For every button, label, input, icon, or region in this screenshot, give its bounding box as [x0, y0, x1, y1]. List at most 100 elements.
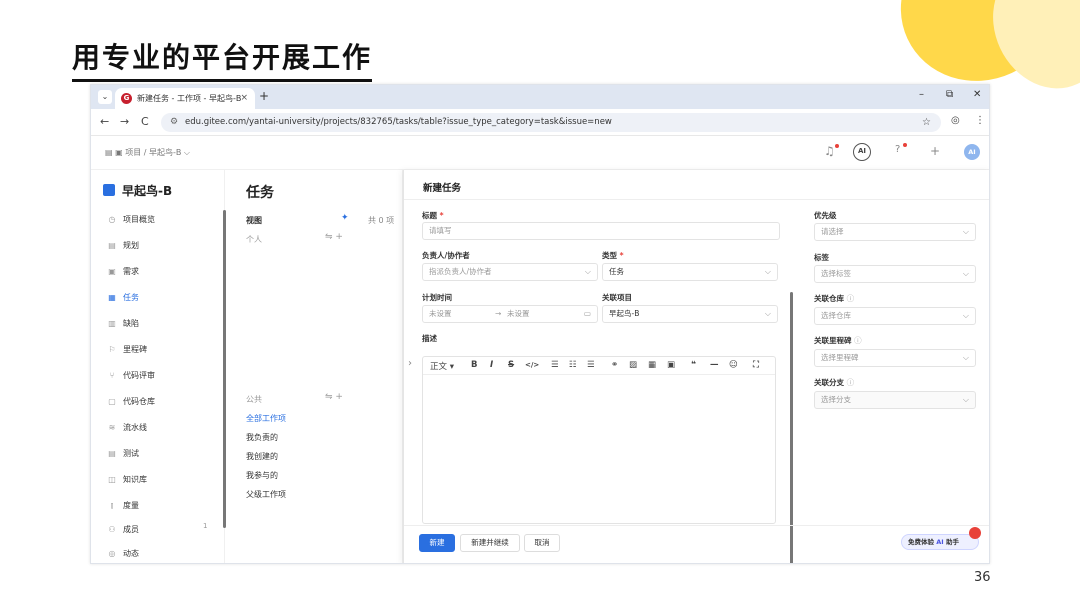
notification-dot [835, 144, 839, 148]
sidebar-item-milestones[interactable]: ⚐ 里程碑 [105, 342, 147, 358]
add-icon[interactable]: + [930, 144, 940, 158]
paragraph-style-dropdown[interactable]: 正文 ▾ [430, 360, 454, 372]
url-input[interactable]: ⚙ edu.gitee.com/yantai-university/projec… [161, 113, 941, 132]
view-assigned[interactable]: 我负责的 [246, 432, 278, 443]
site-settings-icon[interactable]: ⚙ [170, 113, 178, 132]
minimize-button[interactable]: – [919, 89, 924, 100]
collapse-arrow-icon[interactable]: › [408, 358, 412, 369]
create-and-continue-button[interactable]: 新建并继续 [460, 534, 520, 552]
chevron-down-icon: ⌵ [962, 395, 969, 404]
plan-time-label: 计划时间 [422, 293, 452, 302]
views-panel: 任务 视图 ✦ 共 0 项 个人 ⇋ + 公共 ⇋ + 全部工作项 我负责的 我… [225, 170, 403, 563]
user-avatar[interactable]: AI [964, 144, 980, 160]
chevron-down-icon: ⌵ [764, 309, 771, 318]
chevron-down-icon: ⌵ [584, 267, 591, 276]
bold-icon[interactable]: B [471, 360, 477, 370]
close-window-button[interactable]: ✕ [973, 89, 981, 100]
repo-select[interactable]: 选择仓库 ⌵ [814, 307, 976, 325]
tab-bar: ⌄ G 新建任务 - 工作项 - 早起鸟-B × + – ⧉ ✕ [91, 85, 989, 109]
view-parent-items[interactable]: 父级工作项 [246, 489, 286, 500]
chevron-down-icon: ⌵ [962, 353, 969, 362]
project-name[interactable]: 早起鸟-B [103, 182, 172, 199]
link-icon[interactable]: ⚭ [611, 360, 618, 370]
reload-button[interactable]: C [141, 115, 149, 128]
cancel-button[interactable]: 取消 [524, 534, 560, 552]
ordered-list-icon[interactable]: ☷ [569, 360, 577, 370]
chart-icon: ⫾ [110, 501, 114, 510]
sidebar-item-code-review[interactable]: ⑂ 代码评审 [105, 368, 155, 384]
tags-select[interactable]: 选择标签 ⌵ [814, 265, 976, 283]
title-input[interactable]: 请填写 [422, 222, 780, 240]
ai-helper-button[interactable]: 免费体验 AI 助手 [901, 534, 979, 550]
tab-search-dropdown[interactable]: ⌄ [98, 90, 112, 104]
quote-icon[interactable]: ❝ [691, 360, 696, 370]
ai-assistant-icon[interactable]: AI [853, 143, 871, 161]
view-all-items[interactable]: 全部工作项 [246, 413, 286, 424]
sidebar-item-bugs[interactable]: ▥ 缺陷 [105, 316, 139, 332]
video-icon[interactable]: ▣ [667, 360, 675, 370]
milestone-label: 关联里程碑 ⓘ [814, 336, 862, 345]
sidebar-item-pipeline[interactable]: ≋ 流水线 [105, 420, 147, 436]
new-tab-button[interactable]: + [259, 89, 269, 103]
plan-time-range[interactable]: 未设置 → 未设置 ▭ [422, 305, 598, 323]
sidebar-item-overview[interactable]: ◷ 项目概览 [105, 212, 156, 228]
create-button[interactable]: 新建 [419, 534, 455, 552]
view-participated[interactable]: 我参与的 [246, 470, 278, 481]
url-text: edu.gitee.com/yantai-university/projects… [185, 117, 612, 127]
browser-menu-icon[interactable]: ⋮ [975, 115, 985, 126]
form-scrollbar[interactable] [790, 292, 793, 563]
sidebar-item-repos[interactable]: ▢ 代码仓库 [105, 394, 155, 410]
tab-close-icon[interactable]: × [240, 88, 248, 109]
sidebar-item-tasks[interactable]: ▦ 任务 [105, 290, 139, 306]
help-icon[interactable]: ? [895, 144, 900, 155]
image-icon[interactable]: ▨ [629, 360, 637, 370]
personal-views-tools[interactable]: ⇋ + [325, 232, 343, 242]
priority-select[interactable]: 请选择 ⌵ [814, 223, 976, 241]
description-label: 描述 [422, 334, 437, 343]
type-select[interactable]: 任务 ⌵ [602, 263, 778, 281]
breadcrumb[interactable]: ▤ ▣ 项目 / 早起鸟-B ⌵ [105, 147, 190, 158]
assignee-select[interactable]: 指派负责人/协作者 ⌵ [422, 263, 598, 281]
code-icon[interactable]: </> [525, 361, 539, 369]
table-icon[interactable]: ▦ [648, 360, 656, 370]
related-project-label: 关联项目 [602, 293, 632, 302]
total-count: 共 0 项 [368, 216, 395, 225]
chevron-down-icon: ⌵ [962, 227, 969, 236]
related-project-select[interactable]: 早起鸟-B ⌵ [602, 305, 778, 323]
sidebar-item-metrics[interactable]: ⫾ 度量 [105, 498, 139, 514]
help-circle-icon: ⓘ [846, 378, 855, 387]
ai-robot-icon[interactable] [969, 527, 981, 539]
sidebar-item-requirements[interactable]: ▣ 需求 [105, 264, 139, 280]
sidebar-item-wiki[interactable]: ◫ 知识库 [105, 472, 147, 488]
description-editor[interactable]: 正文 ▾ B I S </> ☰ ☷ ☰ ⚭ ▨ ▦ ▣ ❝ — ☺ ⛶ [422, 356, 776, 524]
view-created[interactable]: 我创建的 [246, 451, 278, 462]
bullet-list-icon[interactable]: ☰ [551, 360, 559, 370]
branch-select[interactable]: 选择分支 ⌵ [814, 391, 976, 409]
book-icon: ◫ [108, 475, 116, 484]
activity-icon: ◎ [108, 549, 116, 558]
sidebar-item-planning[interactable]: ▤ 规划 [105, 238, 139, 254]
type-label: 类型 * [602, 251, 624, 260]
sidebar-item-testing[interactable]: ▤ 测试 [105, 446, 139, 462]
bookmark-star-icon[interactable]: ☆ [922, 113, 931, 132]
back-button[interactable]: ← [100, 115, 109, 128]
profile-icon[interactable]: ◎ [951, 115, 960, 126]
restore-button[interactable]: ⧉ [946, 89, 953, 100]
horizontal-rule-icon[interactable]: — [710, 360, 719, 370]
sidebar-item-members[interactable]: ⚇ 成员 [105, 522, 139, 538]
tab-title: 新建任务 - 工作项 - 早起鸟-B [137, 94, 242, 103]
priority-label: 优先级 [814, 211, 837, 220]
italic-icon[interactable]: I [490, 360, 493, 370]
strikethrough-icon[interactable]: S [508, 360, 514, 370]
sidebar-item-activity[interactable]: ◎ 动态 [105, 546, 140, 562]
fullscreen-icon[interactable]: ⛶ [753, 360, 759, 370]
forward-button[interactable]: → [120, 115, 129, 128]
public-views-tools[interactable]: ⇋ + [325, 392, 343, 402]
browser-tab-active[interactable]: G 新建任务 - 工作项 - 早起鸟-B × [115, 88, 255, 109]
notification-bell-icon[interactable]: ♫ [824, 144, 835, 158]
pin-icon[interactable]: ✦ [341, 213, 349, 223]
task-list-icon[interactable]: ☰ [587, 360, 595, 370]
milestone-select[interactable]: 选择里程碑 ⌵ [814, 349, 976, 367]
bug-icon: ▥ [108, 319, 116, 328]
emoji-icon[interactable]: ☺ [729, 360, 738, 370]
